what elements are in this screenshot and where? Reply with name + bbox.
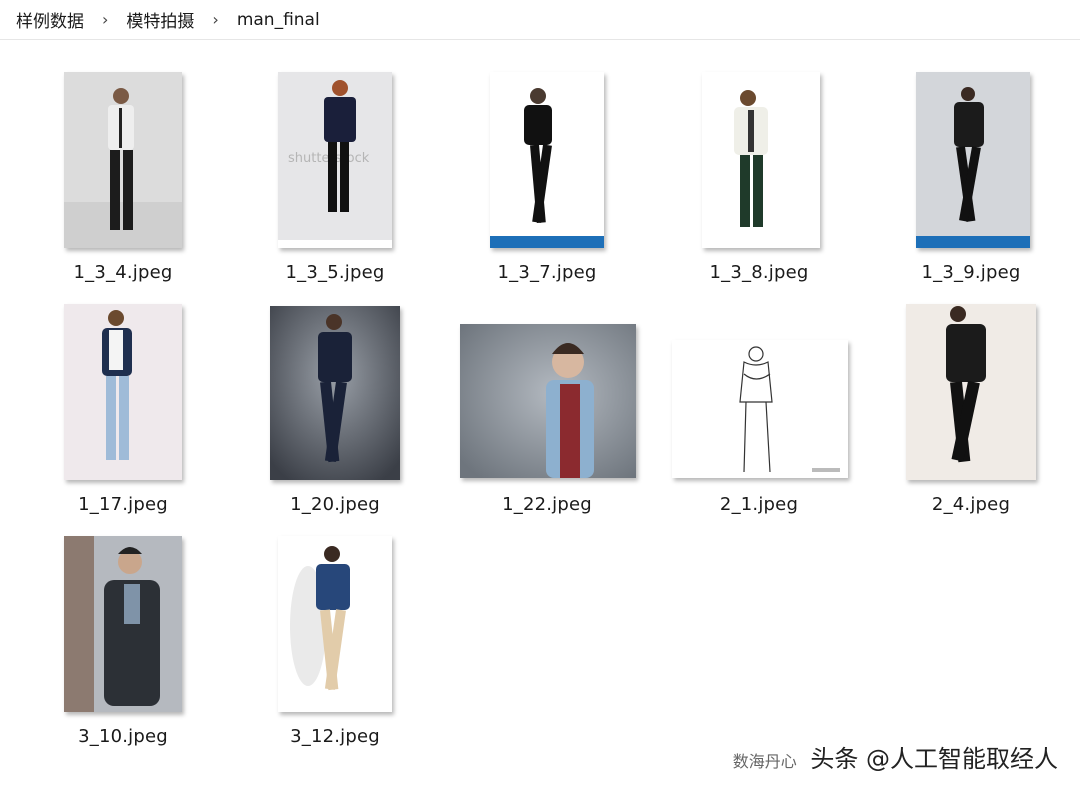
file-item[interactable]: 3_10.jpeg (18, 534, 228, 764)
file-item[interactable]: 1_20.jpeg (230, 302, 440, 532)
file-name: 1_3_8.jpeg (709, 262, 809, 283)
breadcrumb-item-model-shoot[interactable]: 模特拍摄 (124, 5, 196, 34)
file-item[interactable]: 1_3_9.jpeg (866, 70, 1076, 300)
file-item[interactable]: 2_1.jpeg (654, 302, 864, 532)
file-name: 1_20.jpeg (290, 494, 380, 515)
file-name: 3_12.jpeg (290, 726, 380, 747)
watermark-subtitle: 数海丹心 (732, 752, 797, 771)
chevron-right-icon: › (212, 10, 219, 29)
file-grid: 1_3_4.jpeg shutterstock 1_3_5.jpeg 1_3_7… (0, 40, 1080, 794)
file-item[interactable]: 2_4.jpeg (866, 302, 1076, 532)
image-thumbnail (702, 72, 820, 248)
watermark-text: 头条 @人工智能取经人 (810, 745, 1058, 773)
file-item[interactable]: 1_22.jpeg (442, 302, 652, 532)
file-name: 1_22.jpeg (502, 494, 592, 515)
file-name: 2_1.jpeg (719, 494, 799, 515)
file-item[interactable]: 1_17.jpeg (18, 302, 228, 532)
file-name: 3_10.jpeg (78, 726, 168, 747)
image-thumbnail (460, 324, 636, 478)
image-thumbnail (64, 536, 182, 712)
image-thumbnail (490, 72, 604, 248)
image-thumbnail (64, 72, 182, 248)
file-name: 1_3_7.jpeg (497, 262, 597, 283)
file-name: 1_3_9.jpeg (921, 262, 1021, 283)
image-thumbnail (278, 536, 392, 712)
file-name: 1_17.jpeg (78, 494, 168, 515)
image-thumbnail (906, 304, 1036, 480)
watermark: 数海丹心 头条 @人工智能取经人 (733, 739, 1058, 774)
image-thumbnail (916, 72, 1030, 248)
chevron-right-icon: › (102, 10, 109, 29)
image-thumbnail (64, 304, 182, 480)
file-name: 1_3_5.jpeg (285, 262, 385, 283)
breadcrumb-item-sample-data[interactable]: 样例数据 (14, 5, 86, 34)
image-thumbnail (672, 340, 848, 478)
image-thumbnail: shutterstock (278, 72, 392, 248)
file-item[interactable]: shutterstock 1_3_5.jpeg (230, 70, 440, 300)
breadcrumb-item-man-final[interactable]: man_final (235, 8, 322, 32)
file-item[interactable]: 1_3_8.jpeg (654, 70, 864, 300)
file-item[interactable]: 1_3_7.jpeg (442, 70, 652, 300)
breadcrumb: 样例数据 › 模特拍摄 › man_final (0, 0, 1080, 40)
file-name: 2_4.jpeg (931, 494, 1011, 515)
file-item[interactable]: 1_3_4.jpeg (18, 70, 228, 300)
image-thumbnail (270, 306, 400, 480)
file-item[interactable]: 3_12.jpeg (230, 534, 440, 764)
file-name: 1_3_4.jpeg (73, 262, 173, 283)
